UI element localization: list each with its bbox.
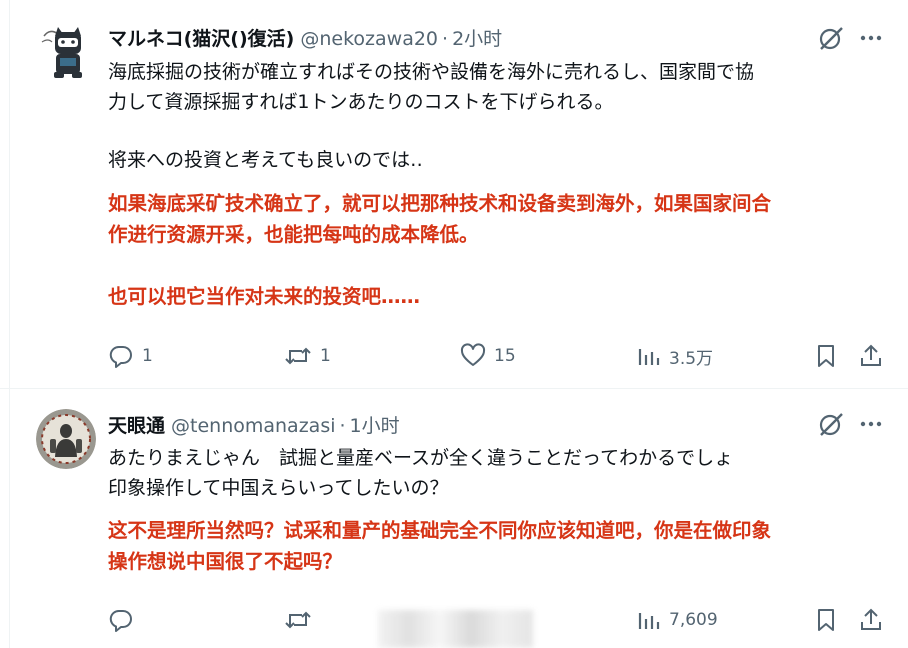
reply-button[interactable] — [108, 607, 142, 633]
views-icon — [638, 613, 660, 629]
avatar-tennomanazasi[interactable] — [36, 409, 96, 469]
like-count: 15 — [494, 346, 516, 366]
translation-line: 也可以把它当作对未来的投资吧…… — [108, 285, 421, 308]
tweet-text-line: 将来への投資と考えても良いのでは‥ — [108, 149, 423, 171]
retweet-button[interactable]: 1 — [284, 343, 331, 369]
translation-line: 这不是理所当然吗？试采和量产的基础完全不同你应该知道吧，你是在做印象 — [108, 519, 772, 542]
author-handle[interactable]: @tennomanazasi — [171, 415, 335, 437]
like-icon — [460, 343, 486, 366]
like-button[interactable]: 15 — [460, 343, 516, 369]
translation-line: 如果海底采矿技术确立了，就可以把那种技术和设备卖到海外，如果国家间合 — [108, 192, 772, 215]
tweet-text-line: あたりまえじゃん 試掘と量産ベースが全く違うことだってわかるでしょ — [108, 447, 734, 469]
timestamp[interactable]: 2小时 — [452, 24, 502, 51]
retweet-icon — [285, 347, 311, 365]
reply-button[interactable]: 1 — [108, 343, 153, 369]
timestamp[interactable]: 1小时 — [350, 411, 400, 438]
share-button[interactable] — [859, 343, 883, 369]
reply-count: 1 — [142, 346, 153, 366]
avatar-nekozawa[interactable] — [38, 22, 98, 82]
share-icon — [861, 344, 881, 366]
author-name[interactable]: マルネコ(猫沢()復活) — [108, 24, 294, 51]
tweet-text-line: 海底採掘の技術が確立すればその技術や設備を海外に売れるし、国家間で協 — [108, 61, 755, 83]
bookmark-button[interactable] — [814, 343, 838, 369]
blurred-region — [378, 610, 533, 648]
bookmark-button[interactable] — [814, 607, 838, 633]
tweet-header: 天眼通 @tennomanazasi · 1小时 — [108, 411, 400, 438]
grok-icon[interactable] — [818, 25, 844, 51]
tweet-header: マルネコ(猫沢()復活) @nekozawa20 · 2小时 — [108, 24, 502, 51]
author-name[interactable]: 天眼通 — [108, 411, 165, 438]
views-button[interactable]: 7,609 — [637, 607, 718, 633]
reply-icon — [109, 609, 132, 632]
share-button[interactable] — [859, 607, 883, 633]
bookmark-icon — [818, 609, 834, 631]
views-count: 7,609 — [669, 610, 718, 630]
tweet-text-line: 印象操作して中国えらいってしたいの？ — [108, 477, 449, 499]
bookmark-icon — [818, 345, 834, 367]
translation-line: 操作想说中国很了不起吗？ — [108, 550, 343, 573]
grok-icon[interactable] — [818, 411, 844, 437]
more-icon[interactable] — [858, 25, 884, 51]
separator-dot: · — [442, 28, 449, 50]
more-icon[interactable] — [858, 411, 884, 437]
author-handle[interactable]: @nekozawa20 — [300, 28, 438, 50]
retweet-count: 1 — [320, 346, 331, 366]
retweet-icon — [285, 611, 311, 629]
tweet-text-line: 力して資源採掘すれば1トンあたりのコストを下げられる。 — [108, 91, 614, 113]
views-icon — [638, 349, 660, 365]
translation-line: 作进行资源开采，也能把每吨的成本降低。 — [108, 223, 479, 246]
reply-icon — [109, 345, 132, 368]
views-count: 3.5万 — [669, 348, 714, 369]
share-icon — [861, 608, 881, 630]
views-button[interactable]: 3.5万 — [637, 343, 713, 369]
retweet-button[interactable] — [284, 607, 320, 633]
separator-dot: · — [339, 415, 346, 437]
